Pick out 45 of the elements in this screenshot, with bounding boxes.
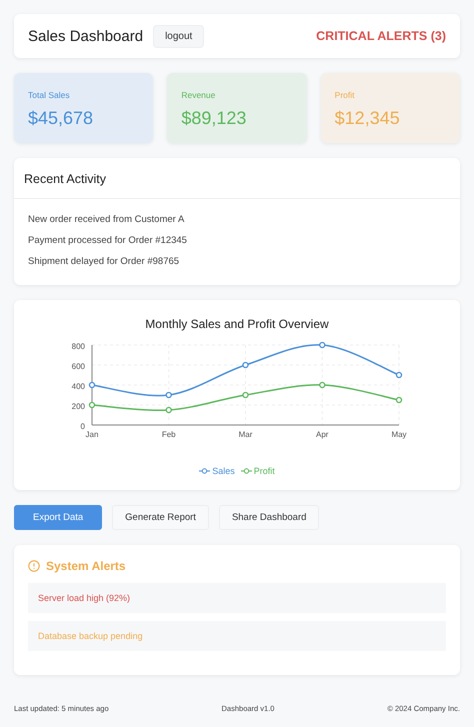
alert-item: Database backup pending	[28, 621, 446, 651]
legend-item[interactable]: Profit	[240, 466, 275, 476]
section-title: System Alerts	[46, 559, 126, 573]
critical-alerts-link[interactable]: CRITICAL ALERTS (3)	[316, 29, 446, 43]
alert-item: Server load high (92%)	[28, 583, 446, 613]
data-point	[396, 372, 402, 378]
x-tick-label: Jan	[86, 430, 98, 439]
data-point	[166, 392, 172, 398]
stat-label: Total Sales	[28, 90, 71, 100]
x-tick-label: Feb	[162, 430, 176, 439]
stat-label: Profit	[334, 90, 356, 100]
legend-line-icon	[199, 468, 210, 474]
y-tick-label: 800	[72, 342, 85, 351]
action-button[interactable]: Generate Report	[112, 505, 209, 530]
x-tick-label: Apr	[316, 430, 328, 439]
y-tick-label: 400	[72, 382, 85, 391]
logout-button[interactable]: logout	[153, 24, 204, 48]
y-tick-label: 200	[72, 402, 85, 411]
info-circle-icon	[28, 560, 40, 572]
data-point	[166, 406, 172, 414]
stat-value: $45,678	[28, 108, 94, 129]
stat-value: $12,345	[334, 108, 401, 129]
app-title: Sales Dashboard	[28, 28, 144, 44]
data-point	[88, 382, 96, 388]
y-tick-label: 0	[80, 422, 85, 431]
data-point	[319, 342, 326, 348]
stat-label: Revenue	[181, 90, 216, 100]
activity-item: New order received from Customer A	[28, 214, 186, 225]
legend-line-icon	[240, 468, 252, 474]
section-title: Recent Activity	[24, 172, 106, 186]
x-tick-label: Mar	[238, 430, 252, 439]
activity-item: Payment processed for Order #12345	[28, 235, 188, 246]
stat-value: $89,123	[181, 108, 248, 129]
y-tick-label: 600	[72, 362, 85, 371]
data-point	[88, 402, 96, 408]
legend-item[interactable]: Sales	[199, 466, 235, 476]
data-point	[319, 382, 326, 388]
action-button[interactable]: Share Dashboard	[218, 505, 320, 530]
data-point	[396, 396, 402, 404]
chart-title: Monthly Sales and Profit Overview	[145, 317, 329, 331]
activity-item: Shipment delayed for Order #98765	[28, 256, 180, 267]
x-tick-label: May	[391, 430, 407, 439]
data-point	[242, 392, 249, 398]
action-button[interactable]: Export Data	[14, 505, 102, 530]
data-point	[242, 362, 249, 368]
